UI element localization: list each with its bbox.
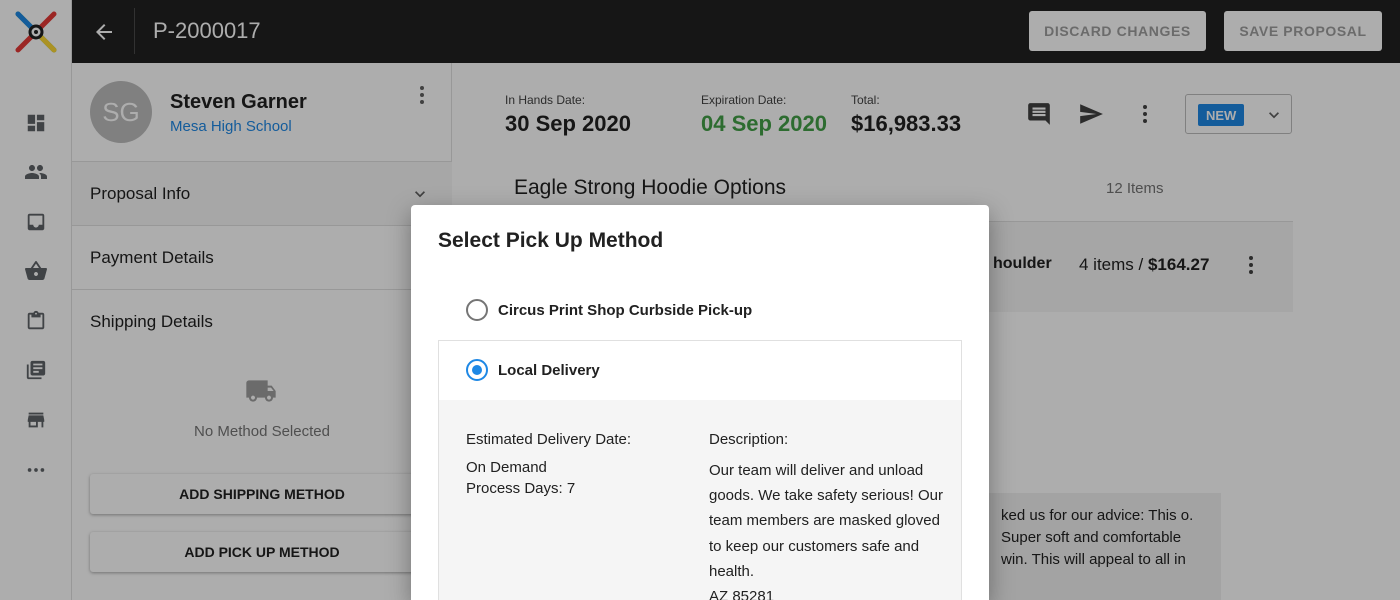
estimated-delivery-label: Estimated Delivery Date:	[466, 431, 632, 448]
curbside-pickup-radio[interactable]	[466, 299, 488, 321]
local-delivery-label[interactable]: Local Delivery	[498, 362, 600, 379]
local-delivery-option: Local Delivery Estimated Delivery Date: …	[438, 340, 962, 600]
local-delivery-radio[interactable]	[466, 359, 488, 381]
estimated-delivery-value: On Demand	[466, 459, 547, 476]
description-text: Our team will deliver and unload goods. …	[709, 462, 944, 580]
process-days: Process Days: 7	[466, 480, 576, 497]
local-delivery-details: Estimated Delivery Date: On Demand Proce…	[439, 400, 961, 600]
dialog-title: Select Pick Up Method	[438, 229, 664, 252]
description-zip: AZ 85281	[709, 588, 775, 600]
select-pick-up-method-dialog: Select Pick Up Method Circus Print Shop …	[411, 205, 989, 600]
description-label: Description:	[709, 431, 789, 448]
local-delivery-header[interactable]: Local Delivery	[439, 341, 961, 400]
curbside-pickup-label[interactable]: Circus Print Shop Curbside Pick-up	[498, 302, 752, 319]
